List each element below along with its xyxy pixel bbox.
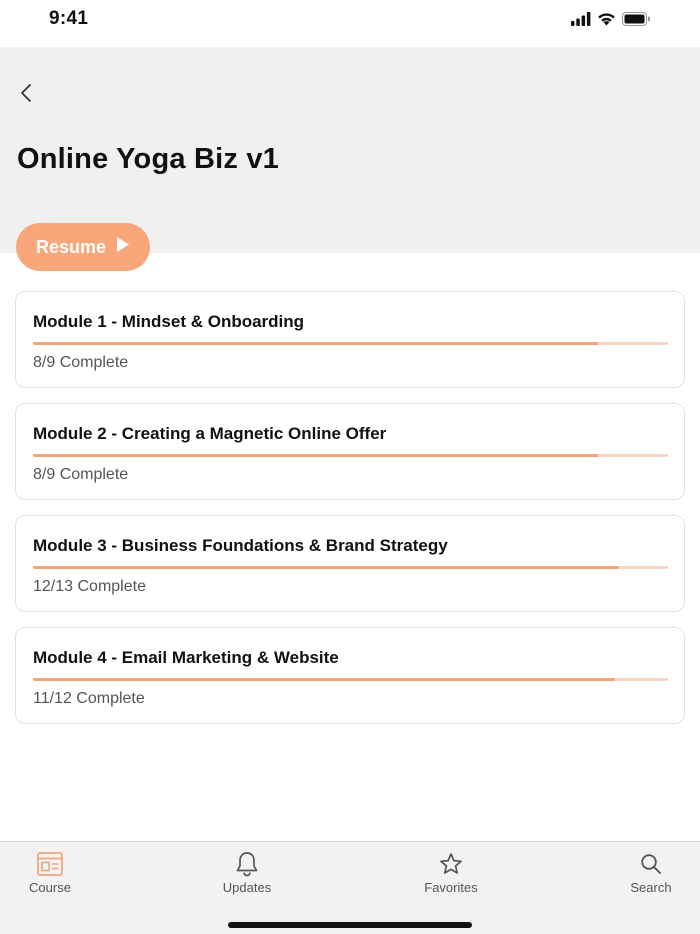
status-bar: 9:41 bbox=[0, 0, 700, 47]
module-status: 11/12 Complete bbox=[33, 690, 145, 707]
battery-icon bbox=[622, 12, 651, 31]
tab-label: Favorites bbox=[424, 880, 478, 895]
tab-label: Search bbox=[630, 880, 672, 895]
chevron-left-icon bbox=[20, 83, 32, 108]
tab-course[interactable]: Course bbox=[0, 850, 100, 900]
module-title: Module 4 - Email Marketing & Website bbox=[33, 648, 339, 667]
module-card-2[interactable]: Module 2 - Creating a Magnetic Online Of… bbox=[15, 403, 685, 500]
search-icon bbox=[637, 850, 665, 878]
page-title: Online Yoga Biz v1 bbox=[17, 143, 279, 175]
module-title: Module 1 - Mindset & Onboarding bbox=[33, 312, 305, 331]
module-progress-bar bbox=[33, 342, 668, 345]
module-list: Module 1 - Mindset & Onboarding 8/9 Comp… bbox=[15, 291, 685, 739]
module-progress-bar bbox=[33, 566, 668, 569]
module-status: 8/9 Complete bbox=[33, 466, 129, 483]
status-icons bbox=[571, 12, 651, 31]
star-icon bbox=[437, 850, 465, 878]
module-title: Module 3 - Business Foundations & Brand … bbox=[33, 536, 448, 555]
module-status: 8/9 Complete bbox=[33, 354, 129, 371]
tab-updates[interactable]: Updates bbox=[197, 850, 297, 900]
module-progress-fill bbox=[33, 566, 620, 569]
module-progress-fill bbox=[33, 342, 598, 345]
tab-label: Course bbox=[29, 880, 71, 895]
module-card-3[interactable]: Module 3 - Business Foundations & Brand … bbox=[15, 515, 685, 612]
status-time: 9:41 bbox=[49, 8, 89, 29]
wifi-icon bbox=[597, 12, 616, 31]
module-progress-bar bbox=[33, 454, 668, 457]
course-icon bbox=[36, 850, 64, 878]
resume-button[interactable]: Resume bbox=[16, 223, 150, 271]
module-status: 12/13 Complete bbox=[33, 578, 146, 595]
module-card-4[interactable]: Module 4 - Email Marketing & Website 11/… bbox=[15, 627, 685, 724]
home-indicator bbox=[228, 922, 472, 928]
resume-button-label: Resume bbox=[35, 236, 107, 257]
back-button[interactable] bbox=[14, 83, 38, 107]
module-progress-bar bbox=[33, 678, 668, 681]
module-progress-fill bbox=[33, 678, 616, 681]
tab-favorites[interactable]: Favorites bbox=[401, 850, 501, 900]
module-progress-fill bbox=[33, 454, 598, 457]
tab-bar: Course Updates Favorites Search bbox=[0, 841, 700, 934]
cellular-signal-icon bbox=[571, 12, 591, 31]
tab-label: Updates bbox=[222, 880, 272, 895]
play-icon bbox=[116, 236, 130, 258]
screen: 9:41 Online Yoga Biz v1 Resume Module 1 … bbox=[0, 0, 700, 934]
tab-search[interactable]: Search bbox=[601, 850, 700, 900]
module-card-1[interactable]: Module 1 - Mindset & Onboarding 8/9 Comp… bbox=[15, 291, 685, 388]
module-title: Module 2 - Creating a Magnetic Online Of… bbox=[33, 424, 387, 443]
bell-icon bbox=[233, 850, 261, 878]
